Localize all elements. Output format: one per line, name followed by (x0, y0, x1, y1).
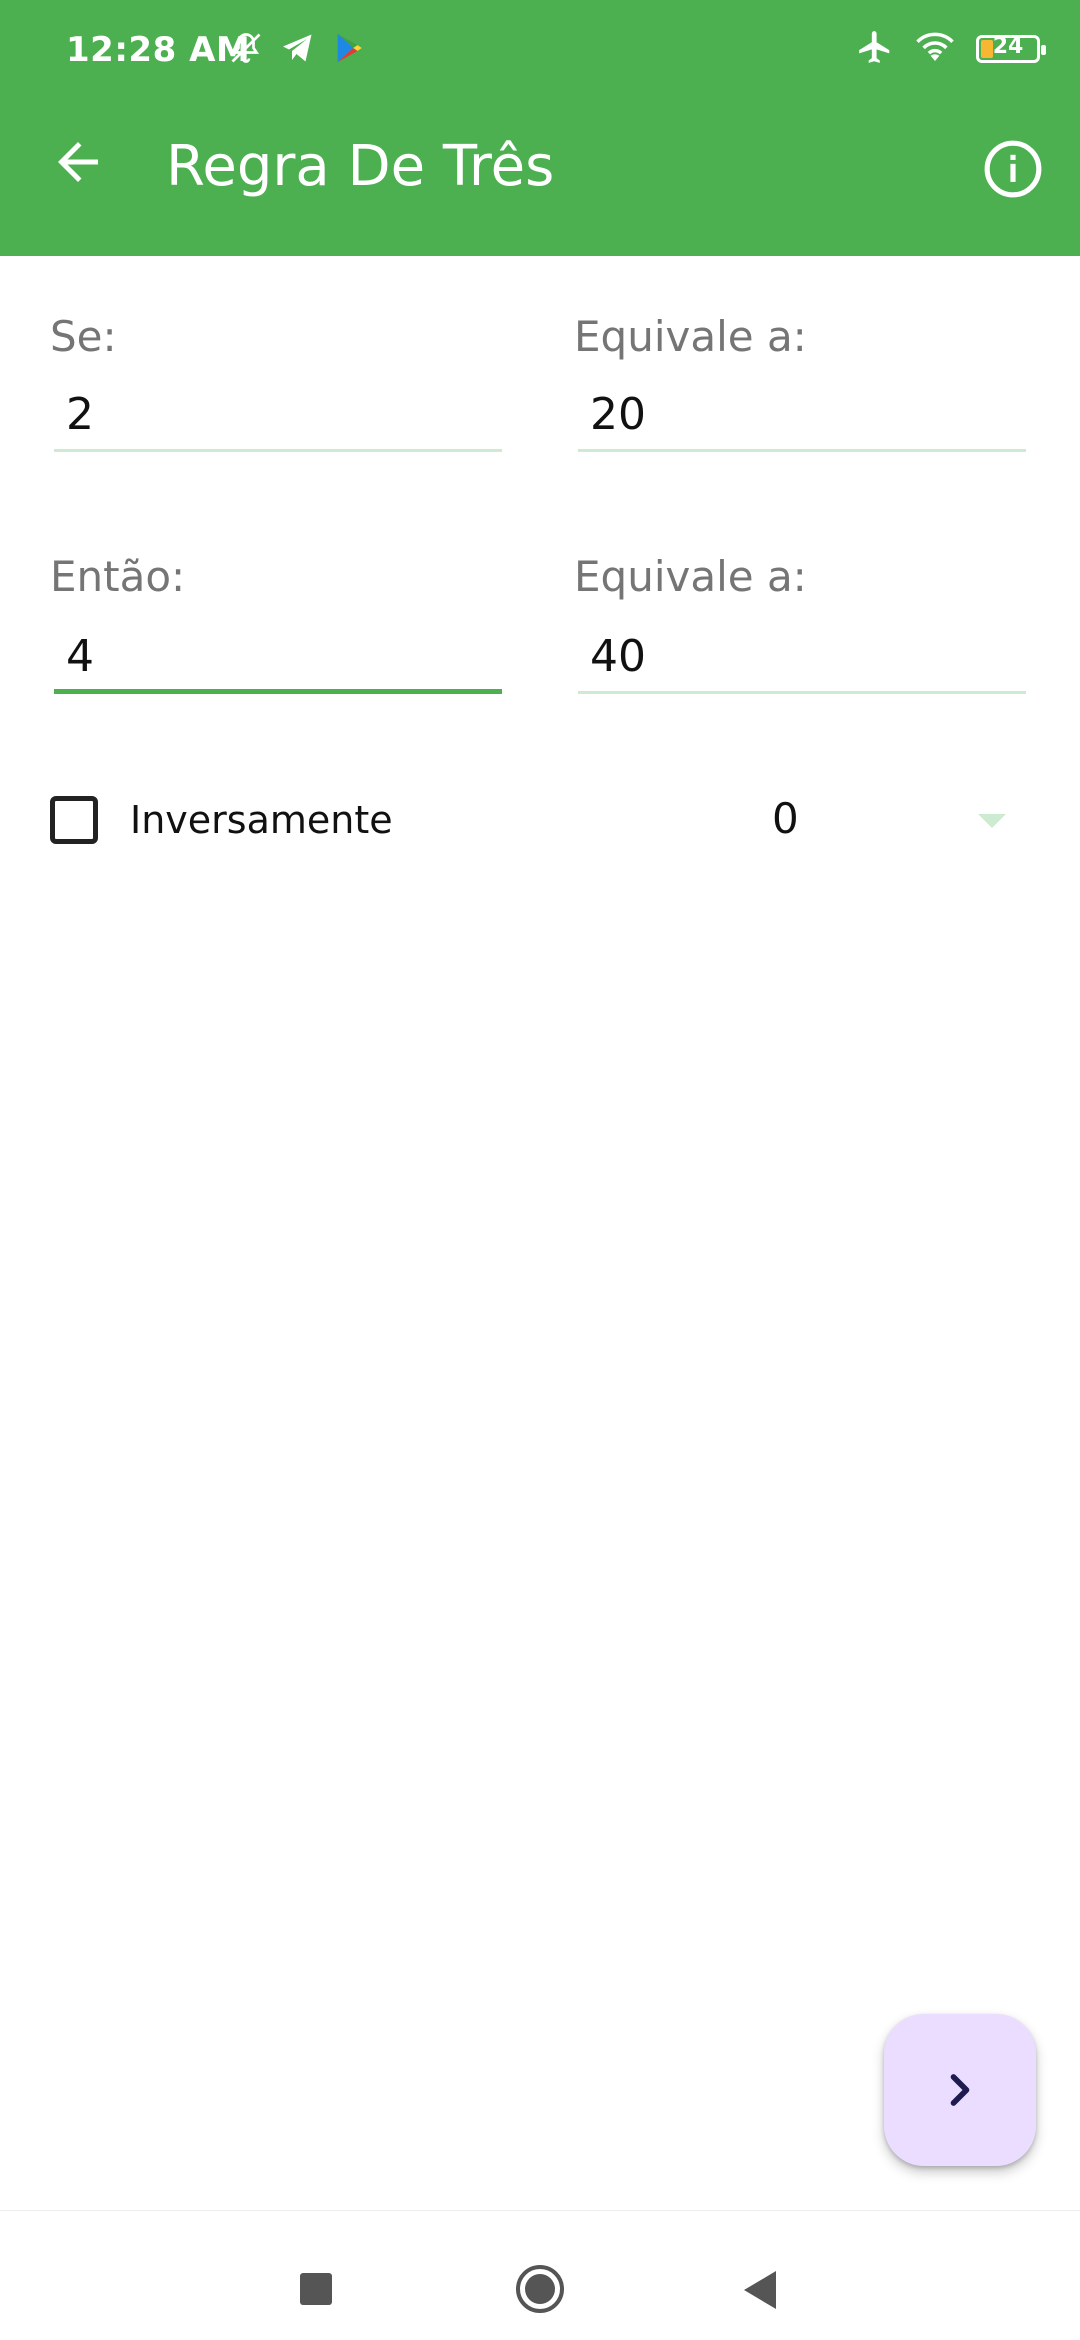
status-time: 12:28 AM (66, 30, 251, 70)
se-label: Se: (50, 312, 117, 361)
info-icon (984, 140, 1042, 198)
recents-button[interactable] (300, 2273, 332, 2305)
bell-off-icon (228, 30, 264, 70)
play-store-icon (332, 31, 366, 69)
back-triangle-icon (744, 2271, 776, 2309)
decimal-places-dropdown[interactable]: 0 (770, 784, 1020, 860)
battery-icon: 24 (976, 34, 1046, 63)
wifi-icon (914, 29, 956, 69)
chevron-right-icon (950, 2074, 970, 2106)
status-left-icons (228, 30, 366, 70)
home-button[interactable] (514, 2263, 566, 2315)
equivale-field-2[interactable] (578, 622, 1038, 694)
inversamente-label[interactable]: Inversamente (130, 798, 393, 842)
info-button[interactable] (982, 138, 1044, 200)
arrow-back-icon (58, 142, 98, 182)
equivale-label-2: Equivale a: (574, 552, 807, 601)
dropdown-selected-value: 0 (772, 794, 799, 843)
equivale-input-1[interactable] (578, 380, 1038, 448)
airplane-mode-icon (856, 28, 894, 70)
entao-input[interactable] (54, 622, 514, 690)
back-button[interactable] (48, 132, 108, 192)
equivale-label-1: Equivale a: (574, 312, 807, 361)
equivale-field-1[interactable] (578, 380, 1038, 452)
se-field[interactable] (54, 380, 514, 452)
top-app-bar: 12:28 AM 24 Regra De Três (0, 0, 1080, 256)
equivale-input-2[interactable] (578, 622, 1038, 690)
se-input[interactable] (54, 380, 514, 448)
screen: 12:28 AM 24 Regra De Três Se: 2 Equivale… (0, 0, 1080, 2340)
dropdown-arrow-icon (978, 814, 1006, 828)
system-back-button[interactable] (740, 2269, 780, 2311)
entao-label: Então: (50, 552, 186, 601)
page-title: Regra De Três (166, 134, 555, 199)
status-right-icons: 24 (856, 28, 1046, 70)
home-circle-icon (516, 2265, 564, 2313)
battery-percentage: 24 (992, 34, 1024, 59)
telegram-icon (280, 30, 316, 70)
system-navigation-bar (0, 2210, 1080, 2340)
entao-field[interactable] (54, 622, 514, 694)
calculate-fab-button[interactable] (884, 2014, 1036, 2166)
inversamente-checkbox[interactable] (50, 796, 98, 844)
